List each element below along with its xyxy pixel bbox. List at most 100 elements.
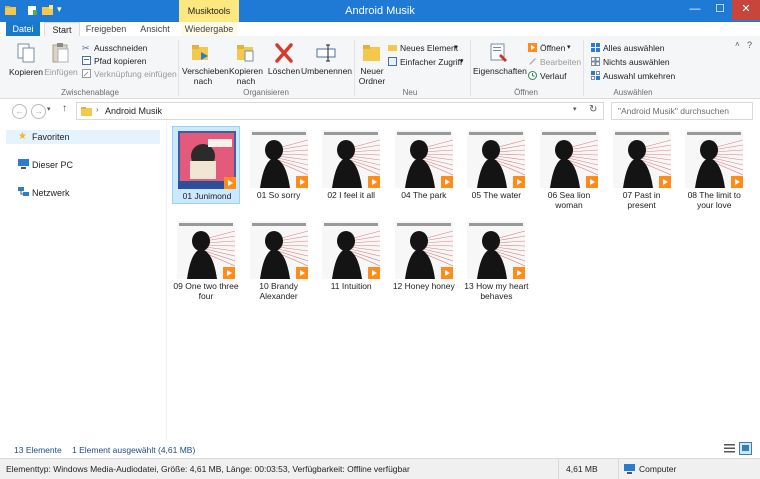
new-folder-label-2[interactable]: Ordner bbox=[356, 76, 388, 86]
file-item-label: 06 Sea lion woman bbox=[547, 190, 591, 210]
file-item[interactable]: 01 So sorry bbox=[245, 126, 313, 210]
new-item-icon bbox=[388, 45, 397, 51]
easy-access-icon bbox=[388, 57, 397, 66]
help-icon[interactable]: ? bbox=[747, 40, 752, 50]
tab-freigeben[interactable]: Freigeben bbox=[84, 22, 128, 36]
group-label-clipboard: Zwischenablage bbox=[61, 88, 119, 97]
group-divider bbox=[470, 40, 471, 96]
maximize-button[interactable]: ☐ bbox=[708, 0, 732, 20]
move-to-label-2[interactable]: nach bbox=[182, 76, 224, 86]
album-art-thumbnail bbox=[249, 221, 308, 279]
details-view-icon[interactable] bbox=[724, 443, 735, 454]
nav-favorites-row[interactable] bbox=[6, 130, 160, 144]
file-item[interactable]: 12 Honey honey bbox=[390, 217, 458, 301]
invert-selection-button[interactable]: Auswahl umkehren bbox=[603, 71, 675, 81]
tab-wiedergabe[interactable]: Wiedergabe bbox=[181, 22, 237, 36]
nav-item-favoriten[interactable]: Favoriten bbox=[32, 132, 70, 142]
scissors-icon: ✂ bbox=[82, 43, 90, 53]
file-item[interactable]: 07 Past in present bbox=[608, 126, 676, 210]
breadcrumb-separator-icon: › bbox=[96, 105, 99, 114]
file-item[interactable]: 13 How my heart behaves bbox=[462, 217, 530, 301]
forward-button[interactable]: → bbox=[31, 104, 46, 119]
minimize-button[interactable]: — bbox=[682, 0, 708, 20]
tab-datei[interactable]: Datei bbox=[6, 22, 40, 36]
file-item[interactable]: 02 I feel it all bbox=[317, 126, 385, 210]
copy-to-label[interactable]: Kopieren bbox=[228, 66, 264, 76]
copy-path-button[interactable]: Pfad kopieren bbox=[94, 56, 146, 66]
select-none-icon bbox=[591, 57, 600, 66]
album-art-thumbnail bbox=[322, 130, 381, 188]
album-art-thumbnail bbox=[467, 130, 526, 188]
paste-button[interactable]: Einfügen bbox=[43, 67, 79, 77]
back-button[interactable]: ← bbox=[12, 104, 27, 119]
file-item-label: 07 Past in present bbox=[622, 190, 661, 210]
album-art-thumbnail bbox=[685, 130, 744, 188]
rename-button[interactable]: Umbenennen bbox=[301, 66, 352, 76]
file-item[interactable]: 01 Junimond bbox=[172, 126, 240, 204]
breadcrumb-path[interactable]: Android Musik bbox=[105, 106, 162, 116]
edit-button[interactable]: Bearbeiten bbox=[540, 57, 581, 67]
title-bar: ▾ Android Musik — ☐ ✕ bbox=[0, 0, 760, 22]
group-label-organize: Organisieren bbox=[243, 88, 289, 97]
shortcut-icon bbox=[82, 69, 91, 78]
file-item[interactable]: 05 The water bbox=[462, 126, 530, 210]
move-to-icon bbox=[192, 45, 208, 60]
close-button[interactable]: ✕ bbox=[732, 0, 760, 20]
cut-button[interactable]: Ausschneiden bbox=[94, 43, 147, 53]
up-button[interactable]: ↑ bbox=[62, 103, 67, 114]
copy-path-icon bbox=[82, 56, 91, 65]
delete-button[interactable]: Löschen bbox=[266, 66, 302, 76]
new-item-button[interactable]: Neues Element bbox=[400, 43, 458, 53]
copy-button[interactable]: Kopieren bbox=[8, 67, 44, 77]
search-input[interactable]: "Android Musik" durchsuchen bbox=[611, 102, 753, 120]
recent-locations-icon[interactable]: ▾ bbox=[47, 105, 51, 113]
properties-button[interactable]: Eigenschaften bbox=[473, 66, 527, 76]
group-divider bbox=[178, 40, 179, 96]
album-art-thumbnail bbox=[177, 221, 235, 279]
invert-selection-icon bbox=[591, 71, 600, 80]
group-label-open: Öffnen bbox=[514, 88, 538, 97]
file-item-label: 10 Brandy Alexander bbox=[259, 281, 298, 301]
context-tab-group: Musiktools bbox=[179, 0, 239, 22]
file-item[interactable]: 06 Sea lion woman bbox=[535, 126, 603, 210]
nav-item-netzwerk[interactable]: Netzwerk bbox=[32, 188, 70, 198]
pane-divider bbox=[166, 122, 167, 440]
history-button[interactable]: Verlauf bbox=[540, 71, 566, 81]
album-art-thumbnail bbox=[394, 221, 453, 279]
status-bar: 13 Elemente 1 Element ausgewählt (4,61 M… bbox=[0, 440, 760, 458]
file-item[interactable]: 11 Intuition bbox=[317, 217, 385, 301]
file-item-label: 04 The park bbox=[401, 190, 447, 200]
select-none-button[interactable]: Nichts auswählen bbox=[603, 57, 670, 67]
large-icons-view-icon[interactable] bbox=[739, 442, 752, 455]
network-icon bbox=[18, 187, 29, 196]
selection-status: 1 Element ausgewählt (4,61 MB) bbox=[72, 445, 196, 455]
group-divider bbox=[583, 40, 584, 96]
copy-to-label-2[interactable]: nach bbox=[228, 76, 264, 86]
select-all-icon bbox=[591, 43, 600, 52]
new-folder-label[interactable]: Neuer bbox=[356, 66, 388, 76]
details-bar: Elementtyp: Windows Media-Audiodatei, Gr… bbox=[0, 458, 760, 479]
file-item[interactable]: 08 The limit to your love bbox=[680, 126, 748, 210]
location: Computer bbox=[639, 464, 677, 474]
open-button[interactable]: Öffnen bbox=[540, 43, 565, 53]
album-art-thumbnail bbox=[249, 130, 308, 188]
folder-icon bbox=[81, 107, 92, 116]
file-item[interactable]: 04 The park bbox=[390, 126, 458, 210]
move-to-label[interactable]: Verschieben bbox=[182, 66, 229, 76]
rename-icon bbox=[316, 44, 336, 62]
easy-access-chevron-icon: ▾ bbox=[460, 58, 464, 65]
refresh-icon[interactable]: ↻ bbox=[589, 104, 597, 115]
paste-shortcut-button[interactable]: Verknüpfung einfügen bbox=[94, 69, 177, 79]
file-item-label: 09 One two three four bbox=[173, 281, 239, 301]
address-dropdown-icon[interactable]: ▾ bbox=[573, 105, 577, 113]
file-item[interactable]: 10 Brandy Alexander bbox=[245, 217, 313, 301]
address-field[interactable]: › Android Musik ▾ ↻ bbox=[76, 102, 604, 120]
select-all-button[interactable]: Alles auswählen bbox=[603, 43, 664, 53]
file-item-label: 08 The limit to your love bbox=[687, 190, 741, 210]
easy-access-button[interactable]: Einfacher Zugriff bbox=[400, 57, 462, 67]
nav-item-dieser-pc[interactable]: Dieser PC bbox=[32, 160, 73, 170]
file-item-label: 01 So sorry bbox=[256, 190, 301, 200]
file-item[interactable]: 09 One two three four bbox=[172, 217, 240, 301]
collapse-ribbon-icon[interactable]: ˄ bbox=[735, 40, 740, 49]
tab-ansicht[interactable]: Ansicht bbox=[134, 22, 176, 36]
